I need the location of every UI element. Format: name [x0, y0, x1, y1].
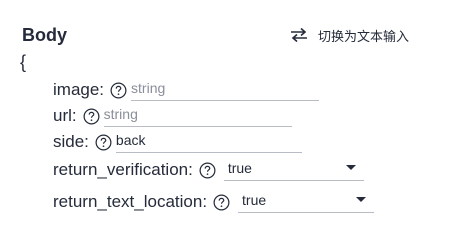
swap-arrows-icon [291, 27, 307, 43]
switch-to-text-input-label: 切换为文本输入 [318, 29, 410, 45]
field-url: url: [53, 101, 292, 127]
switch-to-text-input-button[interactable]: 切换为文本输入 [290, 24, 409, 46]
question-circle-icon[interactable] [213, 194, 230, 211]
section-title: Body [22, 25, 67, 45]
question-circle-icon[interactable] [95, 134, 112, 151]
return-text-location-selected-value: true [242, 192, 267, 208]
field-return-verification-label: return_verification: [53, 160, 193, 179]
field-side-label: side: [53, 132, 89, 151]
field-image-label: image: [53, 80, 105, 99]
image-input[interactable] [131, 77, 320, 101]
field-return-verification: return_verification: true [53, 155, 364, 181]
return-verification-selected-value: true [227, 160, 252, 176]
return-text-location-select[interactable]: true [238, 188, 375, 213]
question-circle-icon[interactable] [83, 108, 100, 125]
url-input[interactable] [103, 103, 292, 127]
field-image: image: [53, 75, 320, 101]
field-url-label: url: [53, 106, 77, 125]
caret-down-icon [345, 165, 356, 170]
question-circle-icon[interactable] [110, 82, 127, 99]
open-brace: { [20, 52, 27, 72]
field-return-text-location: return_text_location: true [53, 187, 375, 213]
field-side: side: [53, 127, 302, 153]
return-verification-select[interactable]: true [223, 156, 364, 181]
field-return-text-location-label: return_text_location: [53, 192, 208, 211]
question-circle-icon[interactable] [199, 162, 216, 179]
side-input[interactable] [115, 129, 302, 153]
caret-down-icon [356, 197, 367, 202]
